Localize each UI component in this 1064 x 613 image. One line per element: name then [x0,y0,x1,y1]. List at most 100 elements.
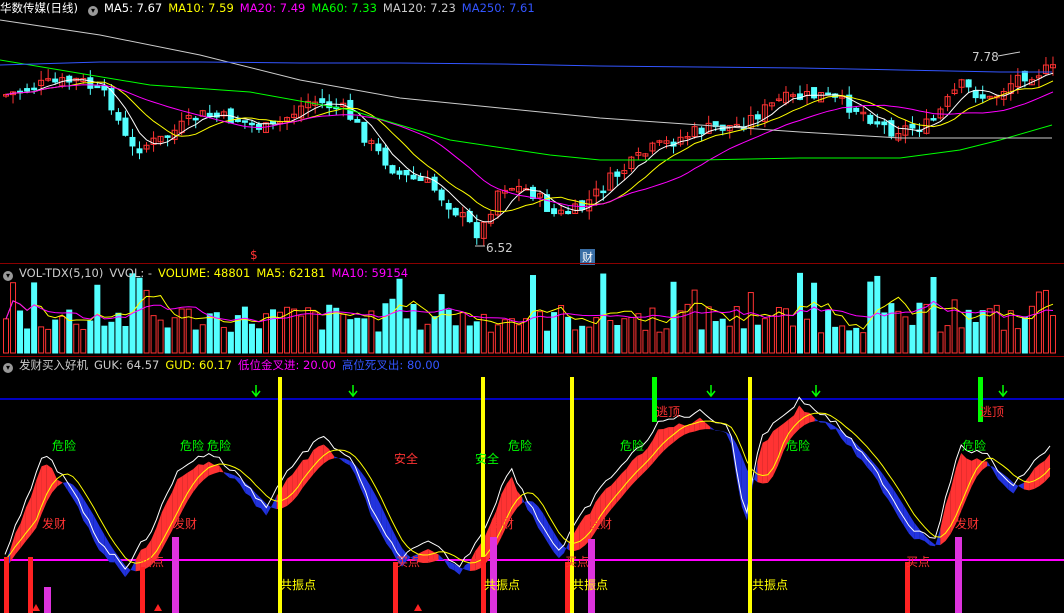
candle-body [192,117,199,121]
volume-bar [846,330,853,354]
candle-body [445,202,452,210]
signal-chart[interactable] [0,357,1064,613]
dollar-marker[interactable]: $ [250,248,258,262]
volume-bar [979,310,986,354]
collapse-icon[interactable]: ▾ [3,271,13,281]
band-segment [281,478,288,509]
collapse-icon[interactable]: ▾ [3,363,13,373]
volume-bar [115,312,122,354]
down-arrow-icon [706,385,716,398]
band-segment [605,485,612,517]
volume-bar [466,325,473,354]
band-segment [825,421,831,430]
volume_panel-indicator-0: VVOL: - [109,266,153,280]
price-chart[interactable] [0,0,1064,265]
price-panel[interactable]: 华数传媒(日线) ▾ MA5: 7.67 MA10: 7.59 MA20: 7.49 MA… [0,0,1064,265]
band-segment [475,543,481,571]
volume-bar [424,323,431,354]
volume-bar [73,323,80,354]
period-label: (日线) [46,1,78,15]
band-segment [1034,464,1040,489]
candle-body [811,87,818,99]
candle-body [909,123,916,129]
band-segment [334,456,340,459]
signal-label-safe: 安全 [394,452,419,466]
volume-bar [747,292,754,354]
volume-bar [768,315,775,354]
band-segment [219,465,225,474]
candle-body [382,147,389,166]
band-segment [658,429,664,457]
volume-bar [607,319,614,354]
high-arrow [997,51,1021,57]
signal-label-buy-point: 买点 [906,555,931,569]
band-segment [234,475,241,485]
volume-bar [719,318,726,354]
candle-body [410,174,417,180]
signal-label-get-rich: 发财 [42,517,67,531]
signal_panel-indicator-2: 低位金叉进: 20.00 [237,358,336,372]
candle-body [319,98,326,104]
volume-bar [965,309,972,354]
volume-bar [508,318,515,354]
signal_panel-indicator-1: GUD: 60.17 [165,358,232,372]
candle-body [438,189,445,201]
volume-panel[interactable]: ▾ VOL-TDX(5,10) VVOL: - VOLUME: 48801 MA5: 6… [0,265,1064,357]
signal_panel-indicator-0: GUK: 64.57 [94,358,160,372]
price_panel-indicator-0: MA5: 7.67 [103,1,163,15]
band-segment [386,517,392,551]
candle-body [473,222,480,239]
band-segment [31,480,37,535]
candle-body [853,107,860,112]
volume-bar [24,328,31,354]
volume-bar [312,311,319,354]
price-header: 华数传媒(日线) ▾ MA5: 7.67 MA10: 7.59 MA20: 7.49 MA… [0,0,547,16]
volume-bar [87,320,94,354]
candle-body [530,186,536,199]
candle-body [52,78,59,83]
band-segment [679,423,685,438]
volume-bar [902,316,909,354]
volume-bar [839,325,846,354]
collapse-icon[interactable]: ▾ [87,6,98,16]
candle-body [248,122,255,126]
candle-body [979,94,986,99]
sell-bar [140,567,145,613]
band-segment [820,421,826,423]
volume-bar [3,318,9,354]
signal-panel[interactable]: ▾ 发财买入好机 GUK: 64.57 GUD: 60.17 低位金叉进: 20.00 高… [0,357,1064,613]
price_panel-indicator-2: MA20: 7.49 [239,1,306,15]
candle-body [452,207,459,216]
volume-bar [38,326,45,354]
signal-label-buy-point: 买点 [140,555,165,569]
volume-header: ▾ VOL-TDX(5,10) VVOL: - VOLUME: 48801 MA5: 6… [0,265,420,281]
down-arrow-icon [811,385,821,398]
band-segment [229,473,235,479]
band-segment [715,430,721,432]
band-segment [632,455,638,485]
volume-bar [80,328,87,354]
signal-label-get-rich: 发财 [490,517,515,531]
band-segment [767,431,774,483]
price_panel-indicator-1: MA10: 7.59 [168,1,234,15]
band-segment [574,523,580,552]
band-segment [365,478,371,516]
band-segment [381,506,387,544]
band-segment [255,493,262,509]
signal-label-resonance: 共振点 [572,578,609,592]
volume-bar [551,312,558,354]
band-segment [1039,460,1045,486]
band-segment [626,460,632,491]
volume-bar [586,326,593,354]
band-segment [57,479,63,487]
down-arrow-icon [251,385,261,398]
candle-body [698,127,705,135]
volume_panel-indicator-2: MA5: 62181 [256,266,326,280]
band-segment [15,523,21,555]
volume-bar [888,303,895,354]
volume-indicator-name: VOL-TDX(5,10) [19,266,104,280]
band-segment [793,405,800,435]
volume-bar [754,324,761,354]
band-segment [929,540,936,547]
volume-bar [45,328,52,354]
